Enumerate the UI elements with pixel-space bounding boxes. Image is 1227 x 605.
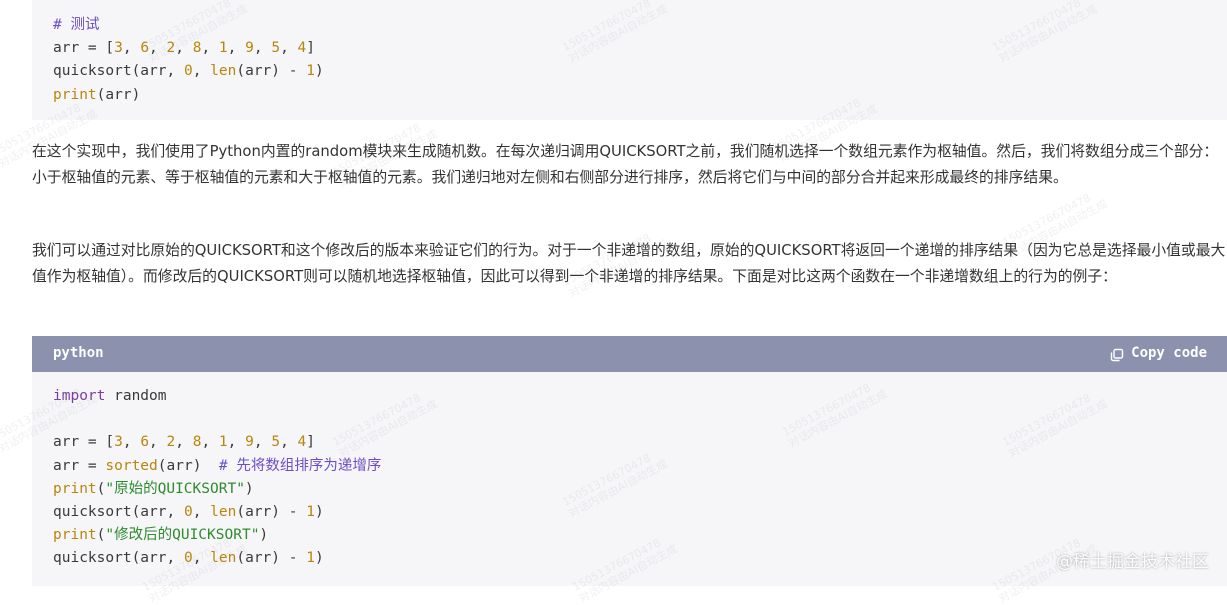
code-line: arr = [3, 6, 2, 8, 1, 9, 5, 4]	[53, 37, 1227, 60]
code-token: 6	[140, 434, 150, 451]
code-token: 1	[218, 434, 228, 451]
code-line: quicksort(arr, 0, len(arr) - 1)	[53, 60, 1227, 83]
code-token: ,	[122, 434, 141, 451]
code-token: ,	[280, 40, 298, 57]
code-token: (arr) -	[236, 550, 307, 567]
code-token: ,	[122, 40, 141, 57]
code-token: ,	[201, 434, 219, 451]
code-line: quicksort(arr, 0, len(arr) - 1)	[53, 501, 1227, 524]
code-token: ,	[227, 40, 246, 57]
code-token: ,	[253, 40, 272, 57]
code-token: 9	[245, 434, 254, 451]
code-token: 4	[297, 40, 307, 57]
code-token: # 先将数组排序为递增序	[218, 457, 382, 474]
comparison-paragraph: 我们可以通过对比原始的QUICKSORT和这个修改后的版本来验证它们的行为。对于…	[32, 242, 1226, 285]
code-lines: import random arr = [3, 6, 2, 8, 1, 9, 5,…	[32, 372, 1227, 571]
code-line: arr = sorted(arr) # 先将数组排序为递增序	[53, 455, 1227, 478]
code-lines: # 测试 arr = [3, 6, 2, 8, 1, 9, 5, 4] quicks…	[32, 0, 1227, 107]
code-token: ,	[175, 434, 193, 451]
code-token: print	[53, 527, 97, 544]
code-token: ,	[175, 40, 193, 57]
code-header: python Copy code	[32, 336, 1227, 372]
code-line: print(arr)	[53, 84, 1227, 107]
code-token: (arr) -	[236, 503, 307, 520]
code-token: ,	[192, 63, 211, 80]
code-token: ,	[149, 434, 167, 451]
code-token: len	[210, 63, 237, 80]
code-token: "原始的QUICKSORT"	[105, 480, 245, 497]
code-token: 3	[114, 40, 123, 57]
code-token: )	[314, 503, 324, 520]
code-token: (arr)	[96, 86, 141, 103]
code-token: # 测试	[53, 17, 100, 33]
code-token: 2	[166, 434, 176, 451]
code-block-test: # 测试 arr = [3, 6, 2, 8, 1, 9, 5, 4] quicks…	[32, 0, 1227, 120]
code-line: import random	[53, 385, 1227, 408]
code-token: 5	[271, 40, 281, 57]
code-token: arr = [	[53, 434, 115, 451]
code-token: print	[53, 480, 97, 497]
code-token: 0	[183, 550, 193, 567]
code-token: "修改后的QUICKSORT"	[105, 527, 260, 544]
code-token: ,	[192, 550, 211, 567]
code-token: ]	[306, 40, 315, 57]
copy-code-label: Copy code	[1131, 345, 1207, 362]
code-token: ,	[201, 40, 219, 57]
code-block-comparison: python Copy code import random arr = [3, …	[32, 336, 1227, 586]
code-language-label: python	[53, 345, 104, 362]
code-token: 6	[140, 40, 150, 57]
code-token: 0	[183, 503, 193, 520]
code-token: 3	[114, 434, 123, 451]
code-token: quicksort(arr,	[53, 503, 184, 520]
code-line: quicksort(arr, 0, len(arr) - 1)	[53, 547, 1227, 570]
copy-code-button[interactable]: Copy code	[1110, 342, 1207, 365]
code-line: arr = [3, 6, 2, 8, 1, 9, 5, 4]	[53, 431, 1227, 454]
code-line: # 测试	[53, 14, 1227, 37]
code-token: 1	[306, 550, 315, 567]
code-line: print("原始的QUICKSORT")	[53, 478, 1227, 501]
code-line: print("修改后的QUICKSORT")	[53, 524, 1227, 547]
code-token: arr = [	[53, 40, 115, 57]
code-token: )	[244, 480, 254, 497]
code-token: ,	[192, 503, 211, 520]
code-token: ,	[149, 40, 167, 57]
site-watermark: @稀土掘金技术社区	[1056, 552, 1209, 572]
code-token: 1	[218, 40, 228, 57]
code-token: 5	[271, 434, 281, 451]
explanation-paragraph: 在这个实现中，我们使用了Python内置的random模块来生成随机数。在每次递…	[32, 143, 1219, 186]
code-token: len	[210, 550, 237, 567]
code-token: 0	[183, 63, 193, 80]
code-token: 2	[166, 40, 176, 57]
code-token: import	[53, 388, 106, 404]
code-token: len	[210, 503, 237, 520]
code-token: ,	[227, 434, 246, 451]
code-token: (arr)	[157, 457, 219, 474]
code-token: )	[314, 63, 324, 80]
code-token: ,	[253, 434, 272, 451]
code-token: 1	[306, 503, 315, 520]
code-token: (arr) -	[236, 63, 307, 80]
code-token: 4	[297, 434, 307, 451]
code-token: )	[259, 527, 269, 544]
code-token: ]	[306, 434, 315, 451]
code-token: arr =	[53, 457, 106, 474]
code-token: print	[53, 86, 97, 103]
code-token: sorted	[105, 457, 158, 474]
copy-icon	[1110, 347, 1124, 362]
code-token: quicksort(arr,	[53, 63, 184, 80]
code-token: 1	[306, 63, 315, 80]
code-token: 9	[245, 40, 254, 57]
code-token: ,	[280, 434, 298, 451]
code-token: random	[105, 388, 167, 404]
code-token: quicksort(arr,	[53, 550, 184, 567]
code-token: )	[314, 550, 324, 567]
